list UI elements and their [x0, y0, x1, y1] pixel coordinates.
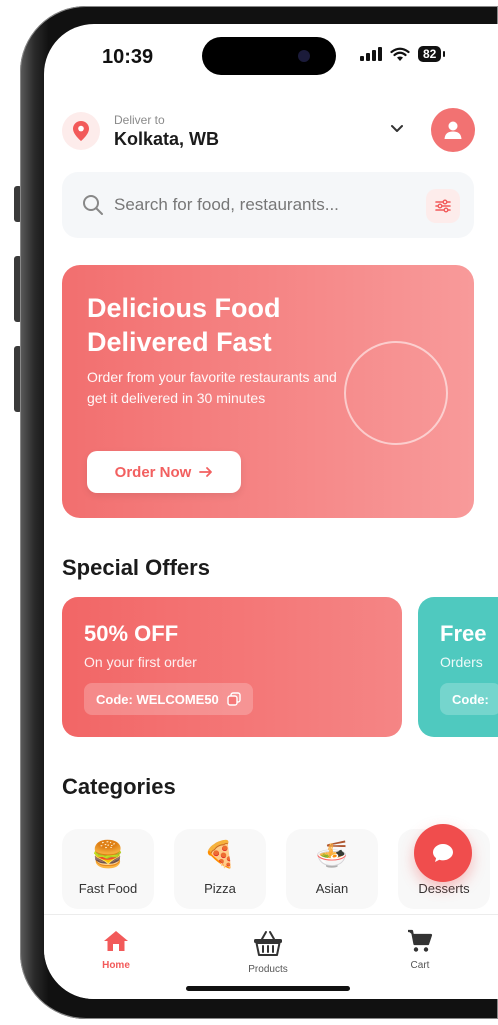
home-icon [104, 931, 128, 951]
home-indicator[interactable] [186, 986, 350, 991]
location-pin-icon [62, 112, 100, 150]
wifi-icon [390, 47, 410, 61]
offer-card-welcome[interactable]: 50% OFF On your first order Code: WELCOM… [62, 597, 402, 737]
noodles-icon: 🍜 [315, 839, 349, 869]
order-now-button[interactable]: Order Now [87, 451, 241, 493]
offer-subtitle: Orders [440, 654, 483, 670]
burger-icon: 🍔 [91, 839, 125, 869]
nav-cart[interactable]: Cart [380, 929, 460, 971]
offer-subtitle: On your first order [84, 654, 197, 670]
order-now-label: Order Now [114, 463, 192, 481]
nav-label: Home [102, 960, 130, 971]
hero-title: Delicious Food Delivered Fast [87, 293, 281, 357]
promo-code-label: Code: WELCOME50 [96, 691, 219, 707]
filter-button[interactable] [426, 189, 460, 223]
chevron-down-icon[interactable] [389, 123, 405, 135]
deliver-to-label: Deliver to [114, 113, 165, 127]
search-icon [83, 195, 103, 215]
category-label: Pizza [204, 881, 236, 896]
app-screen: 10:39 82 Deliver to Kolkata, WB Search f… [44, 24, 498, 999]
category-fast-food[interactable]: 🍔 Fast Food [62, 829, 154, 909]
copy-icon[interactable] [227, 692, 241, 706]
nav-products[interactable]: Products [228, 929, 308, 975]
dynamic-island [202, 37, 336, 75]
category-asian[interactable]: 🍜 Asian [286, 829, 378, 909]
hero-banner: Delicious Food Delivered Fast Order from… [62, 265, 474, 518]
offer-card-free[interactable]: Free Orders Code: [418, 597, 498, 737]
category-label: Desserts [418, 881, 470, 896]
pizza-icon: 🍕 [203, 839, 237, 869]
offer-title: 50% OFF [84, 621, 179, 646]
special-offers-title: Special Offers [62, 555, 210, 580]
cart-icon [408, 929, 433, 952]
category-label: Fast Food [78, 881, 138, 896]
nav-home[interactable]: Home [76, 929, 156, 971]
delivery-location[interactable]: Kolkata, WB [114, 129, 219, 150]
basket-icon [254, 931, 282, 956]
arrow-right-icon [199, 467, 213, 477]
nav-label: Products [248, 964, 288, 975]
chat-bubble-icon [433, 844, 453, 862]
status-time: 10:39 [102, 46, 154, 68]
promo-code-label: Code: [452, 691, 489, 707]
signal-icon [360, 47, 382, 61]
chat-button[interactable] [414, 824, 472, 882]
decorative-circle [344, 341, 448, 445]
camera-icon [298, 50, 310, 62]
search-input[interactable]: Search for food, restaurants... [114, 195, 339, 215]
status-icons: 82 [360, 46, 446, 62]
battery-indicator: 82 [418, 46, 446, 62]
hero-subtitle: Order from your favorite restaurants and… [87, 369, 337, 406]
promo-code[interactable]: Code: WELCOME50 [84, 683, 253, 715]
sliders-icon [435, 199, 451, 213]
search-bar[interactable]: Search for food, restaurants... [62, 172, 474, 238]
category-label: Asian [315, 881, 349, 896]
category-pizza[interactable]: 🍕 Pizza [174, 829, 266, 909]
nav-label: Cart [410, 960, 430, 971]
promo-code[interactable]: Code: [440, 683, 498, 715]
offer-title: Free [440, 621, 487, 646]
profile-avatar[interactable] [431, 108, 475, 152]
user-icon [444, 121, 462, 139]
categories-title: Categories [62, 774, 176, 799]
